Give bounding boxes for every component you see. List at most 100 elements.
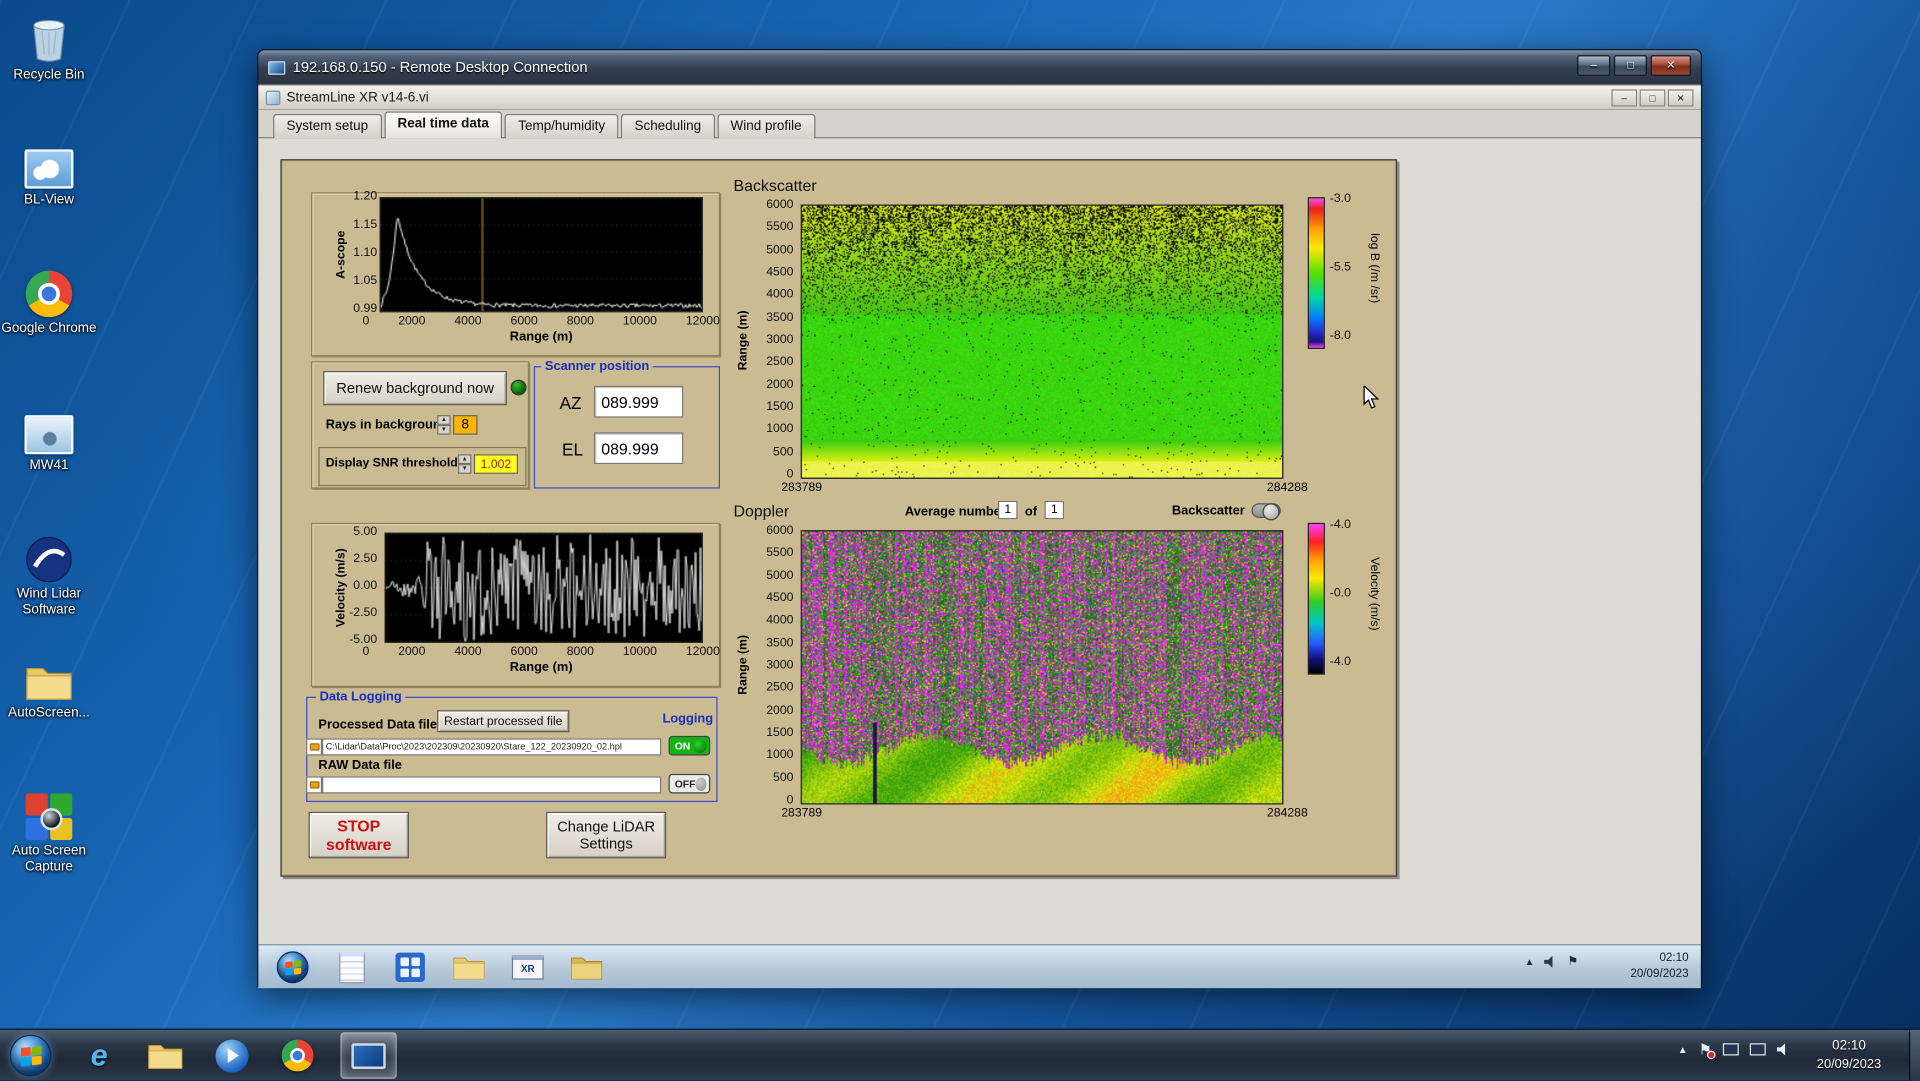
renew-background-button[interactable]: Renew background now <box>323 371 507 406</box>
spinner-up-icon[interactable]: ▲ <box>437 415 451 425</box>
desktop-icon-google-chrome[interactable]: Google Chrome <box>0 261 98 337</box>
close-icon: ✕ <box>1676 92 1685 104</box>
tick-label: 6000 <box>510 645 538 659</box>
tick-label: 12000 <box>685 314 720 329</box>
real-time-data-panel: A-scope 1.20 1.15 1.10 1.05 0.99 0 2000 4000 60… <box>280 159 1398 877</box>
tick-label: 2500 <box>766 681 794 695</box>
desktop-icon-mw41[interactable]: MW41 <box>0 398 98 474</box>
display-monitor-icon[interactable] <box>1749 1043 1766 1056</box>
tick-label: 4000 <box>454 314 482 329</box>
stop-button-line1: STOP <box>337 816 381 836</box>
spinner-down-icon[interactable]: ▼ <box>457 464 472 474</box>
average-of-field[interactable]: 1 <box>1044 500 1065 520</box>
rdp-title-bar[interactable]: 192.168.0.150 - Remote Desktop Connectio… <box>258 50 1701 85</box>
speaker-icon[interactable] <box>1544 955 1553 968</box>
remote-app-grid-icon[interactable] <box>388 949 432 986</box>
action-center-flag-icon[interactable]: ⚑ <box>1699 1042 1716 1060</box>
rays-spinner[interactable]: ▲ ▼ <box>437 415 451 435</box>
flag-icon[interactable]: ⚑ <box>1567 955 1578 968</box>
tab-scheduling[interactable]: Scheduling <box>621 113 715 139</box>
speaker-icon[interactable] <box>1776 1043 1786 1056</box>
tick-label: 0 <box>362 314 370 329</box>
scanner-group-title: Scanner position <box>541 358 653 374</box>
taskbar-chrome-icon[interactable] <box>269 1032 325 1079</box>
chrome-icon <box>281 1039 314 1072</box>
el-value-field[interactable]: 089.999 <box>593 432 684 465</box>
backscatter-toggle[interactable] <box>1251 503 1281 521</box>
rdp-maximize-button[interactable]: □ <box>1613 55 1647 76</box>
raw-logging-toggle[interactable]: OFF <box>668 773 711 794</box>
remote-clock[interactable]: 02:10 20/09/2023 <box>1630 950 1688 982</box>
tray-up-arrow-icon[interactable]: ▲ <box>1678 1044 1688 1055</box>
start-button[interactable] <box>9 1034 52 1077</box>
tick-label: 500 <box>773 445 794 459</box>
raw-path-field[interactable] <box>322 776 662 794</box>
tick-label: 4000 <box>454 645 482 659</box>
processed-logging-toggle[interactable]: ON <box>668 735 711 756</box>
vi-maximize-button[interactable]: □ <box>1639 89 1666 107</box>
clock-date: 20/09/2023 <box>1816 1056 1882 1072</box>
desktop-icon-label: Google Chrome <box>1 320 97 336</box>
spinner-down-icon[interactable]: ▼ <box>437 424 451 435</box>
processed-data-file-label: Processed Data file <box>318 717 438 733</box>
change-lidar-settings-button[interactable]: Change LiDAR Settings <box>546 811 667 859</box>
average-number-field[interactable]: 1 <box>997 500 1018 520</box>
taskbar-explorer-icon[interactable] <box>137 1032 193 1079</box>
desktop-icon-auto-screen-capture[interactable]: Auto Screen Capture <box>0 784 98 876</box>
vi-window-icon <box>265 90 281 105</box>
remote-folder-icon[interactable] <box>447 949 491 986</box>
desktop-icon-wind-lidar[interactable]: Wind Lidar Software <box>0 527 98 619</box>
tab-system-setup[interactable]: System setup <box>273 113 382 139</box>
backscatter-section-title: Backscatter <box>733 176 817 195</box>
restart-processed-file-button[interactable]: Restart processed file <box>437 710 570 733</box>
tick-label: 4000 <box>766 613 794 628</box>
tick-label: 5.00 <box>353 525 378 539</box>
doppler-colorbar-label: Velocity (m/s) <box>1367 557 1381 631</box>
rays-value-field[interactable]: 8 <box>453 415 478 435</box>
desktop-icon-label: BL-View <box>24 192 74 207</box>
remote-xr-app-icon[interactable]: XR <box>506 949 550 986</box>
vi-close-button[interactable]: ✕ <box>1667 89 1694 107</box>
folder-icon <box>309 743 319 751</box>
taskbar-rdp-active-icon[interactable] <box>340 1032 397 1079</box>
vi-minimize-button[interactable]: – <box>1611 89 1638 107</box>
desktop-icon-autoscreen[interactable]: AutoScreen... <box>0 645 98 721</box>
rdp-minimize-button[interactable]: – <box>1577 55 1611 76</box>
tab-wind-profile[interactable]: Wind profile <box>717 113 816 139</box>
taskbar-ie-icon[interactable]: e <box>71 1032 127 1079</box>
tick-label: 1.20 <box>353 189 378 204</box>
processed-path-browse-button[interactable] <box>306 738 323 756</box>
tick-label: 1500 <box>766 726 794 740</box>
raw-path-browse-button[interactable] <box>306 776 323 794</box>
backscatter-toggle-label: Backscatter <box>1171 503 1245 518</box>
taskbar-clock[interactable]: 02:10 20/09/2023 <box>1793 1037 1906 1074</box>
rdp-close-button[interactable]: ✕ <box>1650 55 1692 76</box>
taskbar-media-player-icon[interactable] <box>203 1032 259 1079</box>
remote-date: 20/09/2023 <box>1630 967 1689 981</box>
desktop-icon-bl-view[interactable]: BL-View <box>0 132 98 208</box>
tab-real-time-data[interactable]: Real time data <box>384 111 503 139</box>
desktop-icon-recycle-bin[interactable]: Recycle Bin <box>0 7 98 83</box>
processed-path-field[interactable]: C:\Lidar\Data\Proc\2023\202309\20230920\… <box>322 738 662 756</box>
rdp-window-title: 192.168.0.150 - Remote Desktop Connectio… <box>292 58 588 76</box>
tab-temp-humidity[interactable]: Temp/humidity <box>504 113 619 139</box>
ascope-y-ticks: 1.20 1.15 1.10 1.05 0.99 <box>343 189 378 316</box>
mw41-icon <box>0 398 98 455</box>
tray-up-arrow-icon[interactable]: ▲ <box>1525 956 1535 967</box>
tick-label: 1.05 <box>353 274 378 288</box>
stop-software-button[interactable]: STOP software <box>308 811 409 859</box>
az-value-field[interactable]: 089.999 <box>593 385 684 418</box>
remote-start-button[interactable] <box>271 949 315 986</box>
vi-title-bar[interactable]: StreamLine XR v14-6.vi – □ ✕ <box>258 85 1701 111</box>
toggle-knob <box>695 776 707 791</box>
spinner-up-icon[interactable]: ▲ <box>457 454 472 465</box>
remote-explorer-icon[interactable] <box>564 949 608 986</box>
snr-spinner[interactable]: ▲ ▼ <box>457 454 472 474</box>
folder-icon <box>0 645 98 701</box>
snr-value-field[interactable]: 1.002 <box>473 454 518 474</box>
show-desktop-button[interactable] <box>1908 1029 1920 1081</box>
change-button-line2: Settings <box>579 835 633 853</box>
network-monitor-icon[interactable] <box>1722 1043 1739 1056</box>
remote-notepad-icon[interactable] <box>329 949 373 986</box>
taskbar: e ▲ ⚑ 02:10 20/09/2023 <box>0 1028 1920 1081</box>
